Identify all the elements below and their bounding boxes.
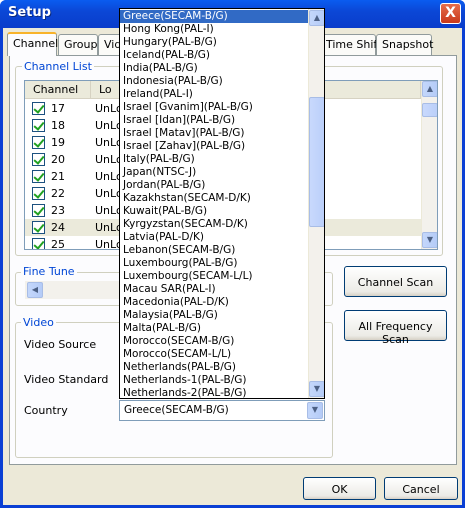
video-source-label: Video Source bbox=[24, 338, 97, 351]
channel-number: 20 bbox=[51, 153, 65, 166]
list-item[interactable]: Ireland(PAL-I) bbox=[120, 88, 309, 101]
list-item[interactable]: Macedonia(PAL-D/K) bbox=[120, 296, 309, 309]
tab-group[interactable]: Group bbox=[58, 34, 98, 55]
list-item[interactable]: Malta(PAL-B/G) bbox=[120, 322, 309, 335]
list-item[interactable]: Morocco(SECAM-B/G) bbox=[120, 335, 309, 348]
video-standard-label: Video Standard bbox=[24, 373, 109, 386]
scroll-up-icon[interactable]: ▲ bbox=[309, 10, 324, 26]
list-item[interactable]: Netherlands(PAL-B/G) bbox=[120, 361, 309, 374]
list-item[interactable]: Kyrgyzstan(SECAM-D/K) bbox=[120, 218, 309, 231]
list-item[interactable]: Israel [Matav](PAL-B/G) bbox=[120, 127, 309, 140]
list-item[interactable]: Lebanon(SECAM-B/G) bbox=[120, 244, 309, 257]
dropdown-scrollbar[interactable]: ▲ ▼ bbox=[308, 9, 324, 398]
list-item[interactable]: Morocco(SECAM-L/L) bbox=[120, 348, 309, 361]
country-select-value: Greece(SECAM-B/G) bbox=[124, 404, 229, 416]
list-item[interactable]: Kazakhstan(SECAM-D/K) bbox=[120, 192, 309, 205]
fine-tune-slider[interactable]: ◀ bbox=[25, 281, 120, 299]
ok-button[interactable]: OK bbox=[303, 477, 376, 500]
row-checkbox[interactable] bbox=[32, 238, 45, 249]
row-checkbox[interactable] bbox=[32, 187, 45, 200]
list-item[interactable]: Israel [Zahav](PAL-B/G) bbox=[120, 140, 309, 153]
dropdown-scroll-thumb[interactable] bbox=[309, 97, 324, 227]
tab-channel[interactable]: Channel bbox=[7, 32, 58, 56]
window-title: Setup bbox=[8, 5, 51, 20]
column-header-channel[interactable]: Channel bbox=[25, 81, 91, 99]
fine-tune-label: Fine Tune bbox=[21, 265, 77, 278]
video-group-label: Video bbox=[21, 316, 56, 329]
list-item[interactable]: Japan(NTSC-J) bbox=[120, 166, 309, 179]
list-item[interactable]: Italy(PAL-B/G) bbox=[120, 153, 309, 166]
cancel-button[interactable]: Cancel bbox=[384, 477, 458, 500]
list-item[interactable]: Luxembourg(SECAM-L/L) bbox=[120, 270, 309, 283]
list-item[interactable]: Kuwait(PAL-B/G) bbox=[120, 205, 309, 218]
scroll-left-icon[interactable]: ◀ bbox=[27, 282, 43, 298]
channel-number: 18 bbox=[51, 119, 65, 132]
list-item[interactable]: Iceland(PAL-B/G) bbox=[120, 49, 309, 62]
list-item[interactable]: Jordan(PAL-B/G) bbox=[120, 179, 309, 192]
scroll-down-icon[interactable]: ▼ bbox=[422, 232, 437, 248]
row-checkbox[interactable] bbox=[32, 153, 45, 166]
channel-list-label: Channel List bbox=[22, 60, 94, 73]
country-label: Country bbox=[24, 404, 68, 417]
row-checkbox[interactable] bbox=[32, 102, 45, 115]
channel-scan-button[interactable]: Channel Scan bbox=[344, 266, 447, 297]
row-checkbox[interactable] bbox=[32, 170, 45, 183]
list-item[interactable]: Macau SAR(PAL-I) bbox=[120, 283, 309, 296]
scroll-down-icon[interactable]: ▼ bbox=[309, 381, 324, 397]
channel-number: 17 bbox=[51, 102, 65, 115]
channel-number: 23 bbox=[51, 204, 65, 217]
row-checkbox[interactable] bbox=[32, 204, 45, 217]
row-checkbox[interactable] bbox=[32, 221, 45, 234]
all-frequency-scan-button[interactable]: All Frequency Scan bbox=[344, 310, 447, 346]
list-item[interactable]: Israel [Idan](PAL-B/G) bbox=[120, 114, 309, 127]
list-item-selected[interactable]: Greece(SECAM-B/G) bbox=[120, 10, 309, 23]
list-item[interactable]: Netherlands-2(PAL-B/G) bbox=[120, 387, 309, 398]
list-item[interactable]: Latvia(PAL-D/K) bbox=[120, 231, 309, 244]
list-item[interactable]: Luxembourg(PAL-B/G) bbox=[120, 257, 309, 270]
channel-number: 19 bbox=[51, 136, 65, 149]
scroll-up-icon[interactable]: ▲ bbox=[422, 81, 437, 97]
row-checkbox[interactable] bbox=[32, 136, 45, 149]
tab-time-shift[interactable]: Time Shift bbox=[320, 34, 381, 55]
list-item[interactable]: Hungary(PAL-B/G) bbox=[120, 36, 309, 49]
channel-number: 21 bbox=[51, 170, 65, 183]
chevron-down-icon[interactable]: ▼ bbox=[307, 402, 323, 419]
list-item[interactable]: Israel [Gvanim](PAL-B/G) bbox=[120, 101, 309, 114]
list-item[interactable]: Hong Kong(PAL-I) bbox=[120, 23, 309, 36]
country-select[interactable]: Greece(SECAM-B/G) ▼ bbox=[119, 400, 325, 421]
list-item[interactable]: Malaysia(PAL-B/G) bbox=[120, 309, 309, 322]
channel-list-scrollbar[interactable]: ▲ ▼ bbox=[421, 81, 437, 249]
close-button[interactable]: X bbox=[440, 3, 461, 24]
channel-number: 22 bbox=[51, 187, 65, 200]
tab-snapshot[interactable]: Snapshot bbox=[376, 34, 433, 55]
country-dropdown-list[interactable]: Greece(SECAM-B/G) Hong Kong(PAL-I) Hunga… bbox=[119, 8, 325, 399]
channel-number: 25 bbox=[51, 238, 65, 250]
list-item[interactable]: Netherlands-1(PAL-B/G) bbox=[120, 374, 309, 387]
scroll-thumb[interactable] bbox=[422, 103, 437, 117]
list-item[interactable]: India(PAL-B/G) bbox=[120, 62, 309, 75]
channel-number: 24 bbox=[51, 221, 65, 234]
list-item[interactable]: Indonesia(PAL-B/G) bbox=[120, 75, 309, 88]
row-checkbox[interactable] bbox=[32, 119, 45, 132]
